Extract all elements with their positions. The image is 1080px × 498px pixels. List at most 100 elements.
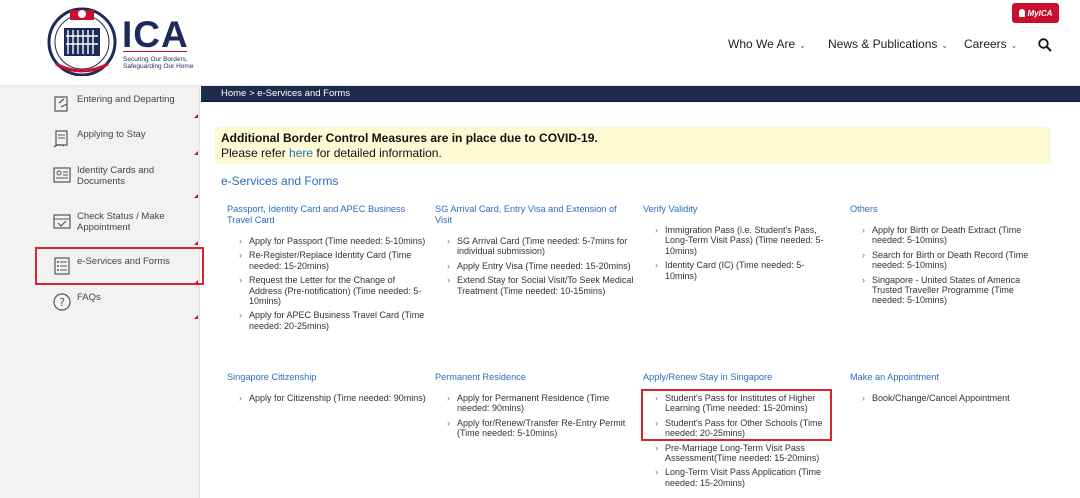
alert-here-link[interactable]: here [289, 146, 313, 160]
column-heading[interactable]: Others [850, 204, 1040, 215]
myica-button[interactable]: MyICA [1012, 3, 1059, 23]
sidebar-item-applying-to-stay[interactable]: Applying to Stay [52, 129, 202, 149]
sidebar-item-faqs[interactable]: ? FAQs [52, 292, 202, 312]
service-link[interactable]: › Search for Birth or Death Record (Time … [850, 250, 1040, 271]
service-label: Book/Change/Cancel Appointment [872, 393, 1010, 403]
service-link[interactable]: › Book/Change/Cancel Appointment [850, 393, 1040, 403]
sidebar-corner-marker [194, 151, 198, 155]
svg-text:?: ? [59, 296, 65, 309]
service-link[interactable]: › Re-Register/Replace Identity Card (Time… [227, 250, 427, 271]
service-label: Identity Card (IC) (Time needed: 5-10min… [665, 260, 805, 281]
calendar-check-icon [53, 214, 71, 229]
breadcrumb[interactable]: Home > e-Services and Forms [201, 86, 1080, 102]
service-label: Apply for/Renew/Transfer Re-Entry Permit… [457, 417, 626, 439]
service-link[interactable]: › Apply for/Renew/Transfer Re-Entry Permi… [435, 418, 635, 439]
chevron-right-icon: › [862, 393, 865, 403]
service-link[interactable]: › Identity Card (IC) (Time needed: 5-10mi… [643, 260, 835, 281]
chevron-down-icon: ⌄ [799, 41, 806, 50]
chevron-right-icon: › [447, 260, 450, 271]
service-link[interactable]: › Singapore - United States of America Tr… [850, 275, 1040, 306]
chevron-right-icon: › [655, 442, 658, 453]
service-label: Apply Entry Visa (Time needed: 15-20mins… [457, 260, 631, 271]
service-label: Singapore - United States of America Tru… [872, 274, 1021, 306]
chevron-right-icon: › [655, 260, 658, 271]
nav-careers[interactable]: Careers ⌄ [964, 37, 1017, 51]
students-pass-annotation-box [641, 389, 832, 441]
service-link[interactable]: › Extend Stay for Social Visit/To Seek Me… [435, 275, 635, 296]
sidebar-item-entering-departing[interactable]: Entering and Departing [52, 94, 202, 114]
service-label: Apply for Citizenship (Time needed: 90mi… [249, 393, 426, 403]
section-title: e-Services and Forms [221, 174, 339, 188]
service-link[interactable]: › Long-Term Visit Pass Application (Time … [643, 467, 835, 488]
service-list: › Immigration Pass (i.e. Student's Pass, … [643, 225, 835, 281]
service-link[interactable]: › Apply for Permanent Residence (Time nee… [435, 393, 635, 414]
service-column: Make an Appointment › Book/Change/Cancel … [850, 372, 1040, 407]
chevron-right-icon: › [239, 236, 242, 246]
column-heading[interactable]: Apply/Renew Stay in Singapore [643, 372, 835, 383]
service-column: Singapore Citizenship › Apply for Citizen… [227, 372, 427, 407]
service-link[interactable]: › Immigration Pass (i.e. Student's Pass, … [643, 225, 835, 256]
service-label: Immigration Pass (i.e. Student's Pass, L… [665, 225, 824, 256]
id-card-icon [53, 167, 71, 183]
column-heading[interactable]: Passport, Identity Card and APEC Busines… [227, 204, 427, 226]
sidebar-corner-marker [194, 114, 198, 118]
nav-label: Who We Are [728, 37, 796, 51]
service-list: › Book/Change/Cancel Appointment [850, 393, 1040, 403]
service-label: Extend Stay for Social Visit/To Seek Med… [457, 275, 634, 296]
sidebar-item-check-status[interactable]: Check Status / Make Appointment [52, 211, 202, 233]
sidebar-corner-marker [194, 315, 198, 319]
sidebar-item-label: FAQs [77, 292, 101, 303]
service-label: Apply for Passport (Time needed: 5-10min… [249, 236, 426, 246]
service-link[interactable]: › Request the Letter for the Change of Ad… [227, 275, 427, 306]
service-list: › Apply for Passport (Time needed: 5-10mi… [227, 236, 427, 331]
service-label: Search for Birth or Death Record (Time n… [872, 249, 1029, 271]
alert-text: Please refer here for detailed informati… [221, 145, 1045, 161]
chevron-right-icon: › [862, 274, 865, 285]
sidebar-item-identity-cards[interactable]: Identity Cards and Documents [52, 165, 202, 187]
service-link[interactable]: › Apply for Citizenship (Time needed: 90m… [227, 393, 427, 403]
chevron-right-icon: › [239, 250, 242, 261]
ica-seal-icon [47, 7, 117, 76]
service-label: Pre-Marriage Long-Term Visit Pass Assess… [665, 442, 820, 464]
column-heading[interactable]: Make an Appointment [850, 372, 1040, 383]
nav-label: Careers [964, 37, 1007, 51]
service-column: Others › Apply for Birth or Death Extract… [850, 204, 1040, 310]
service-link[interactable]: › SG Arrival Card (Time needed: 5-7mins f… [435, 236, 635, 257]
chevron-right-icon: › [239, 275, 242, 286]
logo-divider [123, 51, 187, 52]
service-list: › Apply for Permanent Residence (Time nee… [435, 393, 635, 439]
chevron-right-icon: › [862, 225, 865, 235]
column-heading[interactable]: Singapore Citizenship [227, 372, 427, 383]
service-link[interactable]: › Apply for Passport (Time needed: 5-10mi… [227, 236, 427, 246]
column-heading[interactable]: Verify Validity [643, 204, 835, 215]
logo-wordmark: ICA [122, 14, 189, 55]
sidebar-item-label: Identity Cards and Documents [77, 165, 155, 187]
sidebar-item-label: Check Status / Make Appointment [77, 211, 165, 233]
chevron-right-icon: › [447, 275, 450, 286]
nav-label: News & Publications [828, 37, 938, 51]
sidebar-annotation-box [35, 247, 204, 285]
chevron-down-icon: ⌄ [941, 41, 949, 50]
service-link[interactable]: › Apply for APEC Business Travel Card (Ti… [227, 310, 427, 331]
service-list: › SG Arrival Card (Time needed: 5-7mins f… [435, 236, 635, 296]
passport-stamp-icon [54, 96, 68, 112]
nav-news-publications[interactable]: News & Publications ⌄ [828, 37, 948, 51]
myica-label: MyICA [1027, 8, 1053, 18]
chevron-right-icon: › [239, 393, 242, 403]
search-icon[interactable] [1038, 38, 1052, 52]
alert-title: Additional Border Control Measures are i… [221, 131, 598, 145]
ica-logo[interactable]: ICA Securing Our Borders, Safeguarding O… [46, 4, 196, 80]
service-link[interactable]: › Apply for Birth or Death Extract (Time … [850, 225, 1040, 246]
service-label: Apply for Birth or Death Extract (Time n… [872, 225, 1022, 246]
chevron-right-icon: › [655, 225, 658, 235]
column-heading[interactable]: Permanent Residence [435, 372, 635, 383]
service-column: Verify Validity › Immigration Pass (i.e. … [643, 204, 835, 285]
service-list: › Apply for Citizenship (Time needed: 90m… [227, 393, 427, 403]
service-link[interactable]: › Apply Entry Visa (Time needed: 15-20min… [435, 261, 635, 271]
sidebar-item-label: Entering and Departing [77, 94, 175, 105]
nav-who-we-are[interactable]: Who We Are ⌄ [728, 37, 806, 51]
column-heading[interactable]: SG Arrival Card, Entry Visa and Extensio… [435, 204, 635, 226]
question-circle-icon: ? [53, 293, 71, 311]
service-link[interactable]: › Pre-Marriage Long-Term Visit Pass Asses… [643, 443, 835, 464]
chevron-right-icon: › [655, 467, 658, 478]
